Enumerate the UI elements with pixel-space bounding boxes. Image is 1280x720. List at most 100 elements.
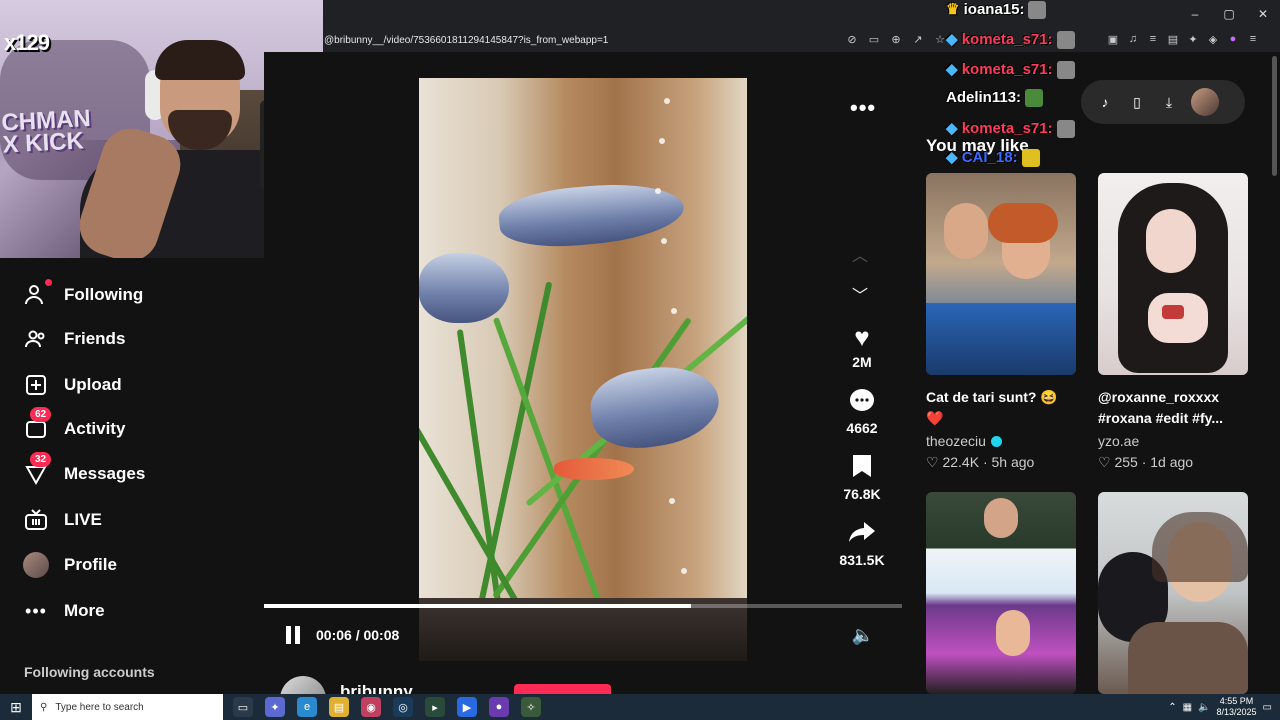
volume-tray-icon[interactable]: 🔈	[1198, 702, 1210, 713]
download-icon[interactable]: ⤓	[1159, 92, 1179, 112]
extension-purple-icon[interactable]: ●	[1226, 32, 1240, 46]
steam-icon[interactable]: ◎	[393, 697, 413, 717]
terminal-icon[interactable]: ▸	[425, 697, 445, 717]
chevron-up-icon[interactable]: ︿	[852, 242, 868, 266]
person-hair	[1152, 512, 1248, 582]
save-action[interactable]: 76.8K	[834, 454, 890, 502]
share-action[interactable]: 831.5K	[834, 520, 890, 568]
notification-dot	[45, 279, 52, 286]
sidebar-item-activity[interactable]: 62 Activity	[22, 407, 125, 444]
friends-icon	[22, 325, 50, 353]
video-progress-bar[interactable]	[264, 604, 902, 608]
streamer-hair	[155, 40, 245, 80]
sidebar-item-label: Upload	[64, 375, 122, 394]
chat-emote	[1025, 89, 1044, 108]
sidebar-item-messages[interactable]: 32 Messages	[22, 452, 145, 489]
file-explorer-icon[interactable]: ▤	[329, 697, 349, 717]
close-window-button[interactable]: ✕	[1246, 0, 1280, 28]
video-player[interactable]	[419, 78, 747, 661]
sidebar-item-friends[interactable]: Friends	[22, 324, 125, 354]
volume-icon[interactable]: 🔈	[852, 625, 874, 646]
card-author-name[interactable]: theozeciu	[926, 433, 986, 449]
share-arrow-icon[interactable]	[834, 520, 890, 550]
like-count: 2M	[852, 354, 872, 370]
tiktok-icon[interactable]: ♪	[1095, 92, 1115, 112]
network-icon[interactable]: ▦	[1183, 702, 1192, 713]
more-options-icon[interactable]: •••	[850, 95, 876, 121]
overlay-text: CHMAN X KICK	[0, 104, 92, 159]
user-avatar[interactable]	[1191, 88, 1219, 116]
notification-icon[interactable]: ▭	[1263, 702, 1272, 713]
taskbar-search[interactable]: ⚲ Type here to search	[32, 694, 223, 720]
person-face	[944, 203, 988, 259]
heart-icon[interactable]: ♥	[834, 322, 890, 352]
video-thumbnail[interactable]	[1098, 492, 1248, 694]
minimize-button[interactable]: –	[1178, 0, 1212, 28]
task-view-icon[interactable]: ▭	[233, 697, 253, 717]
sidebar-item-profile[interactable]: Profile	[22, 550, 117, 580]
menu-icon[interactable]: ≡	[1246, 32, 1260, 46]
comment-icon[interactable]	[834, 388, 890, 418]
phone-icon[interactable]: ▯	[1127, 92, 1147, 112]
address-bar-icons: ⊘ ▭ ⊕ ↗ ☆	[845, 32, 947, 46]
heart-outline-icon: ♡	[1098, 454, 1111, 470]
video-card[interactable]	[926, 492, 1076, 694]
card-author[interactable]: yzo.ae	[1098, 433, 1248, 449]
extensions-icon[interactable]: ✦	[1186, 32, 1200, 46]
bookmark-icon[interactable]	[834, 454, 890, 484]
taskbar-clock[interactable]: 4:55 PM 8/13/2025	[1217, 696, 1257, 718]
video-card[interactable]	[1098, 492, 1248, 694]
shield-icon[interactable]: ◈	[1206, 32, 1220, 46]
card-author-name[interactable]: yzo.ae	[1098, 433, 1139, 449]
share-icon[interactable]: ↗	[911, 32, 925, 46]
chat-username: kometa_s71:	[961, 61, 1053, 78]
card-author[interactable]: theozeciu	[926, 433, 1076, 449]
video-thumbnail[interactable]	[1098, 173, 1248, 375]
chat-message: ♛ ioana15:	[946, 0, 1047, 20]
tab-icon[interactable]: ▣	[1106, 32, 1120, 46]
app-extra-icon[interactable]: ✧	[521, 697, 541, 717]
obs-icon[interactable]: ●	[489, 697, 509, 717]
pause-button[interactable]	[286, 626, 304, 644]
video-thumbnail[interactable]	[926, 492, 1076, 694]
sidebar-item-following[interactable]: Following	[22, 279, 143, 310]
video-card[interactable]: @roxanne_roxxxx #roxana #edit #fy... yzo…	[1098, 173, 1248, 471]
copilot-icon[interactable]: ✦	[265, 697, 285, 717]
video-thumbnail[interactable]	[926, 173, 1076, 375]
browser-icon[interactable]: ◉	[361, 697, 381, 717]
app-blue-icon[interactable]: ▶	[457, 697, 477, 717]
bookmark-star-icon[interactable]: ☆	[933, 32, 947, 46]
chat-emote	[1021, 149, 1040, 168]
card-meta: ♡ 255 · 1d ago	[1098, 454, 1248, 471]
zoom-icon[interactable]: ⊕	[889, 32, 903, 46]
like-action[interactable]: ♥ 2M	[834, 322, 890, 370]
scrollbar[interactable]	[1272, 56, 1277, 176]
tray-chevron-icon[interactable]: ⌃	[1168, 702, 1176, 713]
reading-list-icon[interactable]: ≡	[1146, 32, 1160, 46]
sidebar-item-live[interactable]: LIVE	[22, 505, 102, 535]
following-icon	[22, 279, 52, 309]
crown-icon: ♛	[946, 1, 960, 18]
card-time: 5h ago	[991, 454, 1035, 470]
wallet-icon[interactable]: ▤	[1166, 32, 1180, 46]
card-title[interactable]: @roxanne_roxxxx #roxana #edit #fy...	[1098, 387, 1248, 429]
sidebar-item-more[interactable]: ••• More	[22, 596, 105, 626]
edge-icon[interactable]: e	[297, 697, 317, 717]
tracking-icon[interactable]: ⊘	[845, 32, 859, 46]
taskbar-apps: ▭ ✦ e ▤ ◉ ◎ ▸ ▶ ● ✧	[233, 697, 541, 717]
comment-action[interactable]: 4662	[834, 388, 890, 436]
sidebar-item-upload[interactable]: Upload	[22, 370, 122, 400]
video-card[interactable]: Cat de tari sunt? 😆 ❤️ theozeciu ♡ 22.4K…	[926, 173, 1076, 471]
maximize-button[interactable]: ▢	[1212, 0, 1246, 28]
person-hair	[988, 203, 1058, 243]
more-icon: •••	[25, 600, 47, 621]
windows-start-icon[interactable]: ⊞	[0, 694, 32, 720]
card-title[interactable]: Cat de tari sunt? 😆 ❤️	[926, 387, 1076, 429]
screen: – ▢ ✕ @bribunny__/video/7536601811294145…	[0, 0, 1280, 720]
person-face	[984, 498, 1018, 538]
cast-icon[interactable]: ▭	[867, 32, 881, 46]
url-text[interactable]: @bribunny__/video/7536601811294145847?is…	[324, 35, 608, 46]
chevron-down-icon[interactable]: ﹀	[852, 282, 868, 306]
upload-icon	[22, 371, 50, 399]
music-icon[interactable]: ♫	[1126, 32, 1140, 46]
